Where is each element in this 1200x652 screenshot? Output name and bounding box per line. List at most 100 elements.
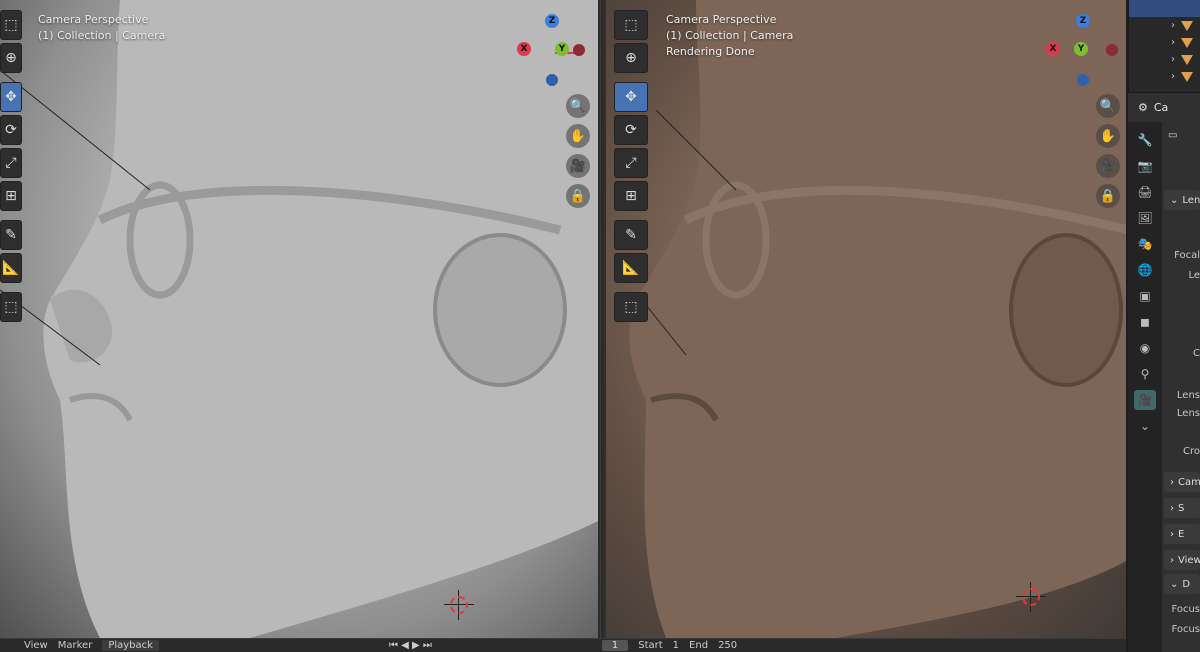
focal-length-label: Focal — [1174, 250, 1200, 261]
navigation-gizmo[interactable]: X Y Z — [515, 12, 595, 92]
render-tab-icon[interactable]: 📷 — [1134, 156, 1156, 176]
select-box-icon[interactable]: ⬚ — [0, 10, 22, 40]
safe-areas-panel-header[interactable]: › S — [1164, 498, 1200, 518]
camera-name-field[interactable]: ▭ — [1168, 130, 1177, 141]
gizmo-neg-x[interactable] — [1106, 44, 1118, 56]
lens-shift-x-label: Lens — [1176, 390, 1200, 401]
lens-panel-header[interactable]: ⌄ Len — [1164, 190, 1200, 210]
outliner-row[interactable]: › — [1129, 17, 1200, 34]
mesh-icon — [1181, 71, 1193, 82]
viewport-info: Camera Perspective (1) Collection | Came… — [38, 12, 165, 44]
move-icon[interactable]: ✥ — [614, 82, 648, 112]
editor-type-icon[interactable]: ⚙ — [1138, 101, 1148, 114]
object-tab-icon[interactable]: ◼ — [1134, 312, 1156, 332]
lens-shift-y-label: Lens — [1176, 408, 1200, 419]
lock-icon[interactable]: 🔒 — [566, 184, 590, 208]
outliner-row[interactable] — [1129, 0, 1200, 17]
gizmo-y[interactable]: Y — [555, 42, 569, 56]
add-cube-icon[interactable]: ⬚ — [614, 292, 648, 322]
pan-hand-icon[interactable]: ✋ — [1096, 124, 1120, 148]
cursor-icon[interactable]: ⊕ — [614, 43, 648, 73]
expand-arrow-icon[interactable]: › — [1171, 54, 1175, 65]
annotate-icon[interactable]: ✎ — [0, 220, 22, 250]
measure-icon[interactable]: 📐 — [614, 253, 648, 283]
gizmo-neg-z[interactable] — [1077, 74, 1089, 86]
gizmo-neg-z[interactable] — [546, 74, 558, 86]
transform-icon[interactable]: ⊞ — [0, 181, 22, 211]
collection-tab-icon[interactable]: ▣ — [1134, 286, 1156, 306]
gizmo-x[interactable]: X — [1046, 42, 1060, 56]
gizmo-y[interactable]: Y — [1074, 42, 1088, 56]
cursor-icon[interactable]: ⊕ — [0, 43, 22, 73]
gizmo-z[interactable]: Z — [1076, 14, 1090, 28]
outliner-row[interactable]: › — [1129, 51, 1200, 68]
collection-text: (1) Collection | Camera — [38, 29, 166, 42]
viewport-info: Camera Perspective (1) Collection | Came… — [666, 12, 793, 60]
expand-arrow-icon[interactable]: › — [1171, 20, 1175, 31]
tool-tab-icon[interactable]: 🔧 — [1134, 130, 1156, 150]
expand-arrow-icon[interactable]: › — [1171, 71, 1175, 82]
output-tab-icon[interactable]: 🖨 — [1134, 182, 1156, 202]
properties-title: Ca — [1153, 101, 1169, 114]
viewport-nav-buttons: 🔍 ✋ 🎥 🔒 — [566, 94, 590, 208]
current-frame-field[interactable]: 1 — [601, 640, 629, 651]
gizmo-z[interactable]: Z — [545, 14, 559, 28]
viewport-display-panel-header[interactable]: › View — [1164, 550, 1200, 570]
rotate-icon[interactable]: ⟳ — [614, 115, 648, 145]
properties-header: ⚙ Ca — [1128, 92, 1200, 122]
collection-text: (1) Collection | Camera — [666, 29, 794, 42]
camera-data-tab-icon[interactable]: 🎥 — [1134, 390, 1156, 410]
marker-menu[interactable]: Marker — [58, 640, 93, 651]
move-icon[interactable]: ✥ — [0, 82, 22, 112]
focus-object-label: Focus — [1171, 604, 1200, 615]
more-tabs-icon[interactable]: ⌄ — [1134, 416, 1156, 436]
view-layer-tab-icon[interactable]: 🖼 — [1134, 208, 1156, 228]
playback-menu[interactable]: Playback — [102, 640, 159, 651]
dof-panel-header[interactable]: ⌄ D — [1164, 574, 1200, 594]
view-menu[interactable]: View — [24, 640, 48, 651]
transform-icon[interactable]: ⊞ — [614, 181, 648, 211]
annotate-icon[interactable]: ✎ — [614, 220, 648, 250]
zoom-icon[interactable]: 🔍 — [566, 94, 590, 118]
gizmo-x[interactable]: X — [517, 42, 531, 56]
viewport-rendered[interactable]: Camera Perspective (1) Collection | Came… — [604, 0, 1126, 638]
background-images-panel-header[interactable]: › E — [1164, 524, 1200, 544]
mesh-icon — [1181, 20, 1193, 31]
outliner-row[interactable]: › — [1129, 34, 1200, 51]
navigation-gizmo[interactable]: X Y Z — [1044, 12, 1124, 92]
playback-controls[interactable]: ⏮ ◀ ▶ ⏭ — [389, 640, 432, 651]
end-label: End — [689, 640, 709, 651]
outliner-row[interactable]: › — [1129, 68, 1200, 85]
properties-body: ▭ ⌄ Len Focal Le C Lens Lens Cro › Cam › S … — [1162, 122, 1200, 652]
physics-tab-icon[interactable]: ◉ — [1134, 338, 1156, 358]
lens-unit-label: Le — [1188, 270, 1200, 281]
world-tab-icon[interactable]: 🌐 — [1134, 260, 1156, 280]
add-cube-icon[interactable]: ⬚ — [0, 292, 22, 322]
head-sculpt-shape — [0, 0, 598, 638]
constraints-tab-icon[interactable]: ⚲ — [1134, 364, 1156, 384]
camera-view-icon[interactable]: 🎥 — [1096, 154, 1120, 178]
3d-cursor[interactable] — [444, 590, 474, 620]
view-mode-text: Camera Perspective — [38, 13, 149, 26]
end-value[interactable]: 250 — [718, 640, 737, 651]
scale-icon[interactable]: ⤢ — [614, 148, 648, 178]
pan-hand-icon[interactable]: ✋ — [566, 124, 590, 148]
rotate-icon[interactable]: ⟳ — [0, 115, 22, 145]
expand-arrow-icon[interactable]: › — [1171, 37, 1175, 48]
mesh-icon — [1181, 37, 1193, 48]
camera-panel-header[interactable]: › Cam — [1164, 472, 1200, 492]
start-value[interactable]: 1 — [673, 640, 679, 651]
scene-tab-icon[interactable]: 🎭 — [1134, 234, 1156, 254]
lock-icon[interactable]: 🔒 — [1096, 184, 1120, 208]
gizmo-neg-x[interactable] — [573, 44, 585, 56]
sculpt-render-rendered — [606, 0, 1126, 638]
select-box-icon[interactable]: ⬚ — [614, 10, 648, 40]
measure-icon[interactable]: 📐 — [0, 253, 22, 283]
zoom-icon[interactable]: 🔍 — [1096, 94, 1120, 118]
camera-view-icon[interactable]: 🎥 — [566, 154, 590, 178]
crop-label: Cro — [1183, 446, 1200, 457]
viewport-solid[interactable]: Camera Perspective (1) Collection | Came… — [0, 0, 598, 638]
3d-cursor[interactable] — [1016, 582, 1046, 612]
scale-icon[interactable]: ⤢ — [0, 148, 22, 178]
mesh-icon — [1181, 54, 1193, 65]
